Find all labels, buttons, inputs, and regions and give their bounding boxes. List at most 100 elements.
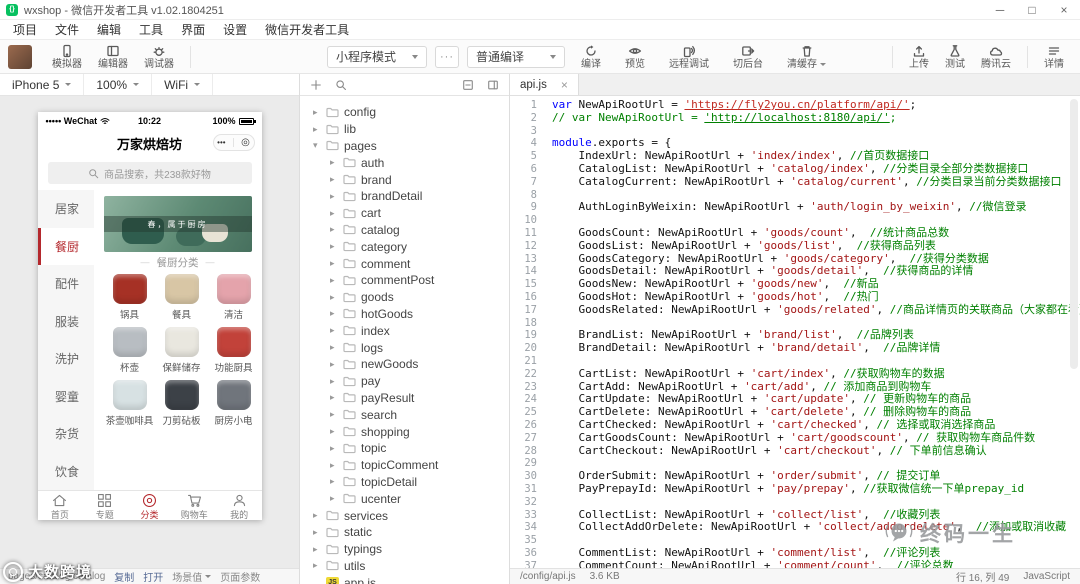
product-item[interactable]: 功能厨具 bbox=[208, 327, 252, 374]
category-item[interactable]: 洗护 bbox=[38, 340, 94, 378]
debugger-toggle-button[interactable]: 调试器 bbox=[136, 40, 182, 73]
tree-item[interactable]: JS shopping bbox=[300, 423, 509, 440]
device-select[interactable]: iPhone 5 bbox=[0, 74, 85, 95]
close-button[interactable]: × bbox=[1048, 0, 1080, 19]
tree-item[interactable]: JS config bbox=[300, 104, 509, 121]
tree-item[interactable]: JS ucenter bbox=[300, 490, 509, 507]
test-button[interactable]: 测试 bbox=[937, 44, 973, 70]
tree-item[interactable]: JS category bbox=[300, 238, 509, 255]
tree-item[interactable]: JS auth bbox=[300, 154, 509, 171]
tree-item[interactable]: JS comment bbox=[300, 255, 509, 272]
remote-debug-button[interactable]: 远程调试 bbox=[661, 44, 717, 70]
menu-item[interactable]: 编辑 bbox=[88, 20, 130, 40]
product-item[interactable]: 杯壶 bbox=[104, 327, 156, 374]
tree-item[interactable]: JS pages bbox=[300, 138, 509, 155]
tree-item[interactable]: JS cart bbox=[300, 205, 509, 222]
page-params-button[interactable]: 页面参数 bbox=[220, 569, 260, 584]
tree-item[interactable]: JS brand bbox=[300, 171, 509, 188]
tencent-cloud-button[interactable]: 腾讯云 bbox=[973, 44, 1019, 70]
editor-toggle-button[interactable]: 编辑器 bbox=[90, 40, 136, 73]
tree-item[interactable]: JS app.js bbox=[300, 574, 509, 584]
mode-select[interactable]: 小程序模式 bbox=[327, 45, 428, 68]
product-item[interactable]: 锅具 bbox=[104, 274, 156, 321]
tree-item[interactable]: JS logs bbox=[300, 339, 509, 356]
menu-item[interactable]: 项目 bbox=[4, 20, 46, 40]
product-item[interactable]: 厨房小电 bbox=[208, 380, 252, 427]
tree-item[interactable]: JS index bbox=[300, 322, 509, 339]
more-dots-icon[interactable]: ••• bbox=[217, 138, 225, 147]
editor-scrollbar[interactable] bbox=[1070, 99, 1078, 369]
product-item[interactable]: 茶壶咖啡具 bbox=[104, 380, 156, 427]
tree-item[interactable]: JS goods bbox=[300, 289, 509, 306]
category-item[interactable]: 餐厨 bbox=[37, 227, 94, 265]
menu-item[interactable]: 工具 bbox=[130, 20, 172, 40]
tree-item[interactable]: JS commentPost bbox=[300, 272, 509, 289]
collapse-all-button[interactable] bbox=[462, 79, 474, 91]
tree-item[interactable]: JS search bbox=[300, 406, 509, 423]
category-item[interactable]: 居家 bbox=[38, 190, 94, 228]
simulator-toggle-button[interactable]: 模拟器 bbox=[44, 40, 90, 73]
tree-item[interactable]: JS topic bbox=[300, 440, 509, 457]
preview-button[interactable]: 预览 bbox=[617, 44, 653, 70]
product-item[interactable]: 刀剪砧板 bbox=[156, 380, 208, 427]
copy-path-button[interactable]: 复制 bbox=[114, 569, 134, 584]
network-select[interactable]: WiFi bbox=[152, 74, 214, 95]
tree-item[interactable]: JS brandDetail bbox=[300, 188, 509, 205]
tree-item[interactable]: JS utils bbox=[300, 558, 509, 575]
maximize-button[interactable]: □ bbox=[1016, 0, 1048, 19]
close-tab-icon[interactable]: × bbox=[561, 79, 568, 91]
clear-cache-button[interactable]: 清缓存 bbox=[779, 44, 834, 70]
tree-item[interactable]: JS topicDetail bbox=[300, 474, 509, 491]
miniprogram-capsule[interactable]: ••• ◎ bbox=[212, 134, 255, 151]
tree-item[interactable]: JS catalog bbox=[300, 222, 509, 239]
tree-item[interactable]: JS payResult bbox=[300, 390, 509, 407]
product-item[interactable]: 清洁 bbox=[208, 274, 252, 321]
switch-background-button[interactable]: 切后台 bbox=[725, 44, 771, 70]
toggle-panel-button[interactable] bbox=[487, 79, 499, 91]
tree-item[interactable]: JS typings bbox=[300, 541, 509, 558]
tab-api-js[interactable]: api.js × bbox=[510, 74, 579, 95]
menu-item[interactable]: 文件 bbox=[46, 20, 88, 40]
scene-select[interactable]: 场景值 bbox=[172, 569, 212, 584]
tabbar-topic[interactable]: 专题 bbox=[82, 491, 127, 520]
tree-item[interactable]: JS newGoods bbox=[300, 356, 509, 373]
code-editor[interactable]: 1 var NewApiRootUrl = 'https://fly2you.c… bbox=[510, 96, 1080, 568]
language-mode-label[interactable]: JavaScript bbox=[1023, 571, 1070, 582]
open-path-button[interactable]: 打开 bbox=[143, 569, 163, 584]
tree-item[interactable]: JS services bbox=[300, 507, 509, 524]
tree-item[interactable]: JS pay bbox=[300, 373, 509, 390]
zoom-select[interactable]: 100% bbox=[84, 74, 153, 95]
upload-button[interactable]: 上传 bbox=[901, 44, 937, 70]
user-avatar[interactable] bbox=[8, 44, 32, 69]
menu-item[interactable]: 界面 bbox=[172, 20, 214, 40]
category-item[interactable]: 饮食 bbox=[38, 453, 94, 491]
new-file-button[interactable] bbox=[310, 79, 322, 91]
category-item[interactable]: 服装 bbox=[38, 303, 94, 341]
search-bar[interactable]: 商品搜索，共238款好物 bbox=[47, 162, 252, 184]
tabbar-category[interactable]: 分类 bbox=[127, 491, 172, 520]
category-item[interactable]: 配件 bbox=[38, 265, 94, 303]
tree-item[interactable]: JS lib bbox=[300, 121, 509, 138]
search-files-button[interactable] bbox=[335, 79, 347, 91]
tree-item[interactable]: JS static bbox=[300, 524, 509, 541]
menu-item[interactable]: 设置 bbox=[214, 20, 256, 40]
compile-mode-select[interactable]: 普通编译 bbox=[467, 45, 566, 68]
product-item[interactable]: 餐具 bbox=[156, 274, 208, 321]
menu-item[interactable]: 微信开发者工具 bbox=[256, 20, 358, 40]
tabbar-profile[interactable]: 我的 bbox=[217, 491, 262, 520]
mode-more-button[interactable]: ··· bbox=[435, 45, 460, 68]
minimize-button[interactable]: ─ bbox=[984, 0, 1016, 19]
banner-image[interactable]: 春，属于厨房 bbox=[103, 196, 252, 252]
details-button[interactable]: 详情 bbox=[1036, 44, 1072, 70]
product-item[interactable]: 保鲜储存 bbox=[156, 327, 208, 374]
code-line: 2 // var NewApiRootUrl = 'http://localho… bbox=[510, 111, 1080, 125]
cursor-position-label[interactable]: 行 16, 列 49 bbox=[956, 569, 1009, 584]
category-item[interactable]: 杂货 bbox=[38, 415, 94, 453]
tree-item[interactable]: JS topicComment bbox=[300, 457, 509, 474]
category-item[interactable]: 婴童 bbox=[38, 378, 94, 416]
tabbar-home[interactable]: 首页 bbox=[38, 491, 83, 520]
tabbar-cart[interactable]: 购物车 bbox=[172, 491, 217, 520]
exit-circle-icon[interactable]: ◎ bbox=[241, 137, 250, 148]
tree-item[interactable]: JS hotGoods bbox=[300, 306, 509, 323]
compile-button[interactable]: 编译 bbox=[573, 44, 609, 70]
